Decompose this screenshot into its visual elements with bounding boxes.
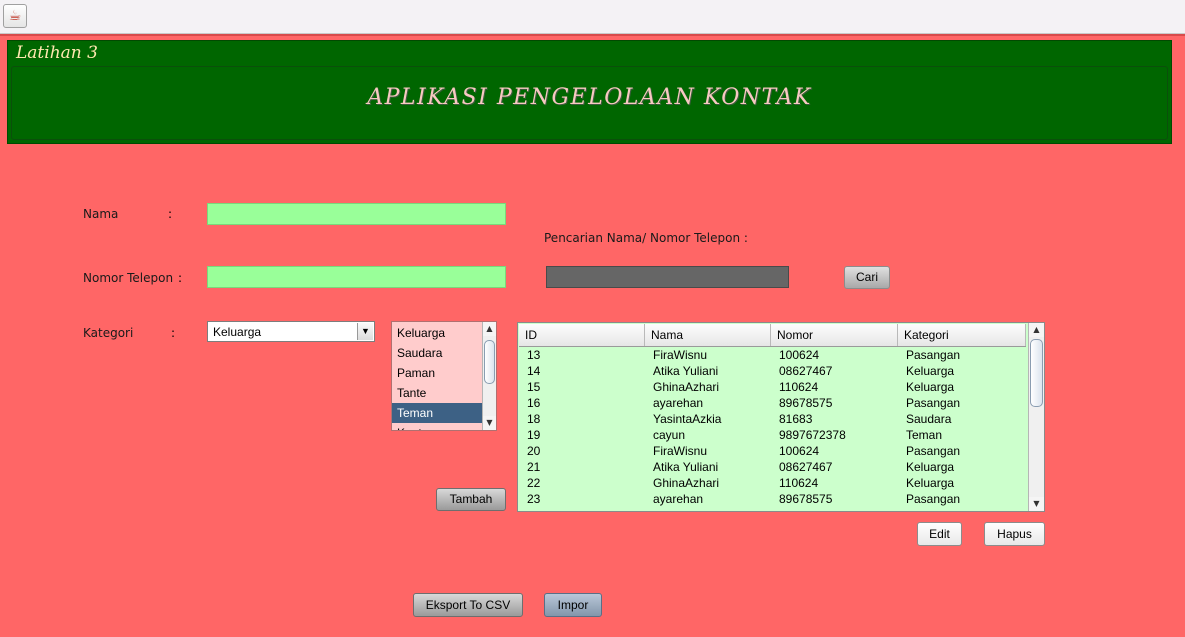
table-row[interactable]: 20 FiraWisnu 100624 Pasangan bbox=[519, 443, 1026, 459]
nama-label: Nama bbox=[83, 207, 119, 221]
table-cell: 110624 bbox=[779, 476, 819, 490]
list-item[interactable]: Saudara bbox=[392, 343, 482, 363]
window-titlebar: ☕ bbox=[0, 0, 1185, 34]
table-cell: 19 bbox=[527, 428, 541, 442]
table-cell: Keluarga bbox=[906, 460, 955, 474]
scroll-down-icon[interactable]: ▼ bbox=[1029, 497, 1044, 511]
table-cell: cayun bbox=[653, 428, 686, 442]
list-item[interactable]: Keluarga bbox=[392, 323, 482, 343]
nama-colon: : bbox=[168, 207, 173, 221]
scroll-thumb[interactable] bbox=[484, 340, 495, 384]
table-row[interactable]: 21 Atika Yuliani 08627467 Keluarga bbox=[519, 459, 1026, 475]
table-header: ID Nama Nomor Kategori bbox=[519, 324, 1026, 347]
column-header-id[interactable]: ID bbox=[519, 324, 645, 346]
search-input[interactable] bbox=[546, 266, 789, 288]
column-header-nomor[interactable]: Nomor bbox=[771, 324, 898, 346]
page-title: Latihan 3 bbox=[16, 43, 98, 63]
table-cell: 20 bbox=[527, 444, 541, 458]
table-row[interactable]: 15 GhinaAzhari 110624 Keluarga bbox=[519, 379, 1026, 395]
table-cell: Teman bbox=[906, 428, 943, 442]
cari-button[interactable]: Cari bbox=[844, 266, 890, 289]
table-cell: FiraWisnu bbox=[653, 348, 708, 362]
nomor-telepon-label: Nomor Telepon bbox=[83, 271, 174, 285]
table-cell: 21 bbox=[527, 460, 541, 474]
kategori-combobox[interactable]: Keluarga ▼ bbox=[207, 321, 375, 342]
table-cell: 89678575 bbox=[779, 492, 833, 506]
table-cell: Keluarga bbox=[906, 380, 955, 394]
table-cell: ayarehan bbox=[653, 396, 704, 410]
impor-button[interactable]: Impor bbox=[544, 593, 602, 617]
table-cell: Pasangan bbox=[906, 492, 961, 506]
table-cell: Atika Yuliani bbox=[653, 364, 719, 378]
table-cell: 13 bbox=[527, 348, 541, 362]
kategori-selected-value: Keluarga bbox=[213, 325, 262, 339]
table-cell: Pasangan bbox=[906, 348, 961, 362]
header-panel: Latihan 3 APLIKASI PENGELOLAAN KONTAK bbox=[7, 40, 1172, 144]
tambah-button[interactable]: Tambah bbox=[436, 488, 506, 511]
table-row[interactable]: 23 ayarehan 89678575 Pasangan bbox=[519, 491, 1026, 507]
table-cell: YasintaAzkia bbox=[653, 412, 722, 426]
hapus-button[interactable]: Hapus bbox=[984, 522, 1045, 546]
table-cell: 22 bbox=[527, 476, 541, 490]
table-cell: 100624 bbox=[779, 348, 820, 362]
scroll-up-icon[interactable]: ▲ bbox=[1029, 323, 1044, 337]
app-title-box: APLIKASI PENGELOLAAN KONTAK bbox=[11, 66, 1168, 140]
table-cell: Keluarga bbox=[906, 364, 955, 378]
table-cell: Saudara bbox=[906, 412, 952, 426]
scroll-down-icon[interactable]: ▼ bbox=[483, 416, 496, 430]
contacts-table[interactable]: ID Nama Nomor Kategori 13 FiraWisnu 100624… bbox=[517, 322, 1045, 512]
search-label: Pencarian Nama/ Nomor Telepon : bbox=[544, 231, 748, 245]
list-item[interactable]: Paman bbox=[392, 363, 482, 383]
nomor-telepon-field[interactable] bbox=[207, 266, 506, 288]
nomor-colon: : bbox=[178, 271, 183, 285]
table-cell: 9897672378 bbox=[779, 428, 846, 442]
table-row[interactable]: 22 GhinaAzhari 110624 Keluarga bbox=[519, 475, 1026, 491]
table-cell: 81683 bbox=[779, 412, 813, 426]
table-row[interactable]: 16 ayarehan 89678575 Pasangan bbox=[519, 395, 1026, 411]
table-row[interactable]: 13 FiraWisnu 100624 Pasangan bbox=[519, 347, 1026, 363]
table-cell: 110624 bbox=[779, 380, 819, 394]
table-cell: GhinaAzhari bbox=[653, 476, 720, 490]
chevron-down-icon[interactable]: ▼ bbox=[357, 323, 373, 340]
table-cell: Atika Yuliani bbox=[653, 460, 719, 474]
column-header-nama[interactable]: Nama bbox=[645, 324, 771, 346]
table-cell: Keluarga bbox=[906, 476, 955, 490]
app-title: APLIKASI PENGELOLAAN KONTAK bbox=[367, 85, 812, 110]
table-cell: Pasangan bbox=[906, 444, 961, 458]
table-cell: 100624 bbox=[779, 444, 820, 458]
table-row[interactable]: 14 Atika Yuliani 08627467 Keluarga bbox=[519, 363, 1026, 379]
table-cell: 08627467 bbox=[779, 364, 833, 378]
frame-edge bbox=[0, 34, 1185, 36]
scroll-thumb[interactable] bbox=[1030, 339, 1043, 407]
edit-button[interactable]: Edit bbox=[917, 522, 962, 546]
list-item[interactable]: Tante bbox=[392, 383, 482, 403]
list-item[interactable]: Kantor bbox=[392, 423, 482, 430]
table-cell: 15 bbox=[527, 380, 541, 394]
table-cell: ayarehan bbox=[653, 492, 704, 506]
eksport-csv-button[interactable]: Eksport To CSV bbox=[413, 593, 523, 617]
category-list[interactable]: Keluarga Saudara Paman Tante Teman Kanto… bbox=[391, 321, 497, 431]
kategori-colon: : bbox=[171, 326, 176, 340]
column-header-kategori[interactable]: Kategori bbox=[898, 324, 1026, 346]
table-cell: FiraWisnu bbox=[653, 444, 708, 458]
table-cell: Pasangan bbox=[906, 396, 961, 410]
kategori-label: Kategori bbox=[83, 326, 134, 340]
table-cell: 23 bbox=[527, 492, 541, 506]
table-cell: 16 bbox=[527, 396, 541, 410]
java-cup-icon[interactable]: ☕ bbox=[3, 4, 27, 28]
scroll-up-icon[interactable]: ▲ bbox=[483, 322, 496, 336]
list-item-selected[interactable]: Teman bbox=[392, 403, 482, 423]
table-cell: GhinaAzhari bbox=[653, 380, 720, 394]
nama-field[interactable] bbox=[207, 203, 506, 225]
table-cell: 08627467 bbox=[779, 460, 833, 474]
table-row[interactable]: 18 YasintaAzkia 81683 Saudara bbox=[519, 411, 1026, 427]
table-cell: 18 bbox=[527, 412, 541, 426]
table-cell: 89678575 bbox=[779, 396, 833, 410]
table-cell: 14 bbox=[527, 364, 541, 378]
table-row[interactable]: 19 cayun 9897672378 Teman bbox=[519, 427, 1026, 443]
table-scrollbar[interactable]: ▲ ▼ bbox=[1028, 323, 1044, 511]
category-scrollbar[interactable]: ▲ ▼ bbox=[482, 322, 496, 430]
